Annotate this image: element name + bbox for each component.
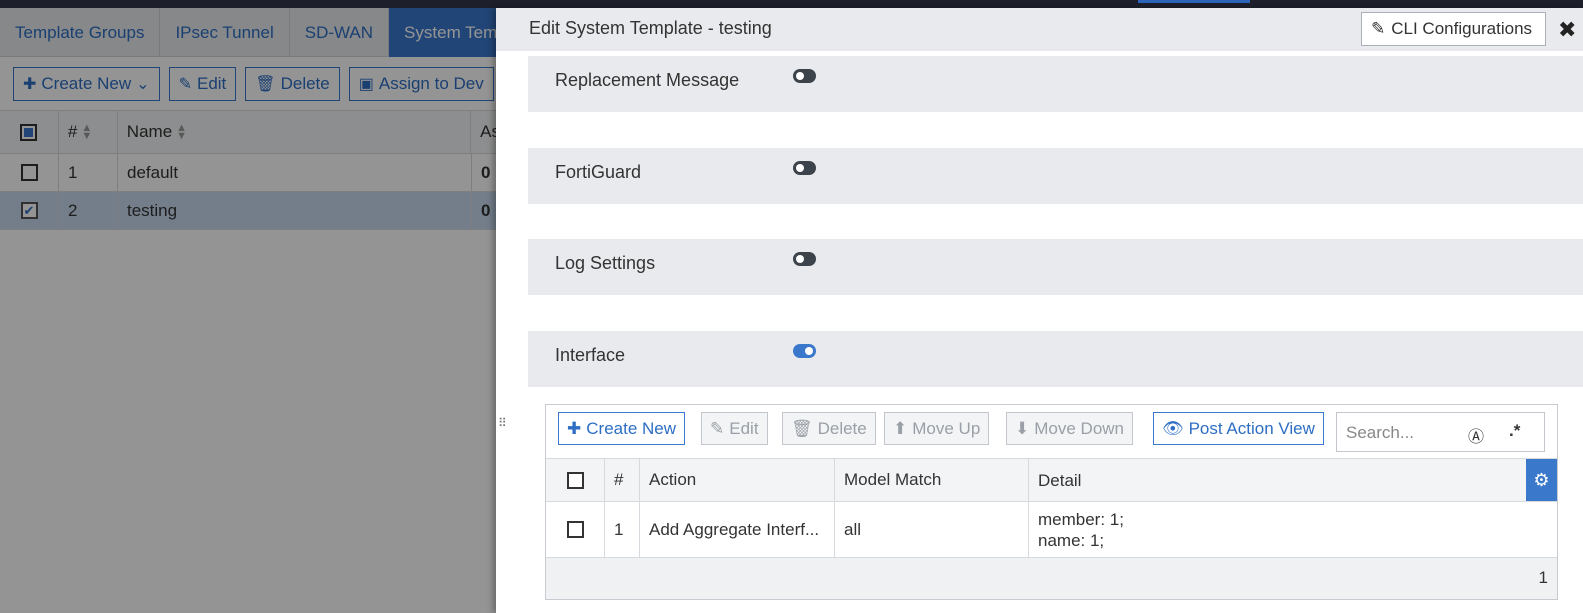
interface-toolbar: ✚ Create New ✎ Edit 🗑 Delete ⬆ Move Up ⬇…	[546, 405, 1557, 458]
banner-accent	[1138, 0, 1250, 3]
search-placeholder: Search...	[1346, 423, 1415, 442]
panel-header: Edit System Template - testing ✎ CLI Con…	[496, 8, 1583, 51]
gear-icon[interactable]: ⚙	[1526, 459, 1557, 501]
top-banner	[0, 0, 1583, 8]
edit-system-template-panel: Edit System Template - testing ✎ CLI Con…	[496, 8, 1583, 613]
create-new-label: Create New	[586, 418, 677, 438]
eye-icon: 👁	[1162, 418, 1184, 438]
arrow-up-icon: ⬆	[893, 418, 908, 438]
regex-icon[interactable]: .*	[1509, 421, 1520, 441]
interface-actions-table: ✚ Create New ✎ Edit 🗑 Delete ⬆ Move Up ⬇…	[545, 404, 1558, 600]
log-settings-toggle[interactable]	[793, 252, 816, 266]
section-fortiguard: FortiGuard	[528, 148, 1583, 204]
row-num: 1	[605, 502, 640, 557]
edit-icon: ✎	[710, 418, 725, 438]
section-label: Log Settings	[555, 253, 656, 273]
detail-name: name: 1;	[1038, 530, 1105, 550]
fortiguard-toggle[interactable]	[793, 161, 816, 175]
column-header-action[interactable]: Action	[640, 459, 835, 501]
select-all-checkbox[interactable]	[566, 471, 584, 489]
delete-label: Delete	[817, 418, 867, 438]
arrow-down-icon: ⬇	[1015, 418, 1030, 438]
section-interface: Interface	[528, 331, 1583, 387]
resize-handle-icon[interactable]: ⠿	[498, 417, 507, 429]
detail-member: member: 1;	[1038, 509, 1124, 529]
section-replacement-message: Replacement Message	[528, 56, 1583, 112]
table-row[interactable]: 1 Add Aggregate Interf... all member: 1;…	[546, 502, 1557, 558]
total-count: 1	[1538, 568, 1548, 587]
column-header-num[interactable]: #	[605, 459, 640, 501]
section-log-settings: Log Settings	[528, 239, 1583, 295]
column-header-model-match[interactable]: Model Match	[835, 459, 1029, 501]
interface-toggle[interactable]	[793, 344, 816, 358]
edit-button[interactable]: ✎ Edit	[701, 412, 768, 445]
edit-icon: ✎	[1371, 19, 1386, 38]
table-footer: 1	[546, 558, 1557, 599]
panel-title: Edit System Template - testing	[529, 18, 772, 38]
cli-configurations-button[interactable]: ✎ CLI Configurations	[1361, 12, 1546, 46]
post-action-view-button[interactable]: 👁 Post Action View	[1153, 412, 1324, 445]
create-new-button[interactable]: ✚ Create New	[558, 412, 686, 445]
search-icon[interactable]: Ⓐ	[1468, 423, 1484, 447]
cli-configurations-label: CLI Configurations	[1391, 19, 1533, 38]
interface-table-header: # Action Model Match Detail ⚙	[546, 458, 1557, 502]
delete-button[interactable]: 🗑 Delete	[782, 412, 876, 445]
trash-icon: 🗑	[791, 418, 813, 438]
move-down-label: Move Down	[1034, 418, 1125, 438]
row-action: Add Aggregate Interf...	[640, 502, 835, 557]
plus-icon: ✚	[567, 418, 582, 438]
move-up-label: Move Up	[912, 418, 981, 438]
close-icon[interactable]: ✖	[1558, 17, 1576, 43]
move-up-button[interactable]: ⬆ Move Up	[884, 412, 990, 445]
row-model-match: all	[835, 502, 1029, 557]
replacement-message-toggle[interactable]	[793, 69, 816, 83]
row-detail: member: 1; name: 1;	[1029, 502, 1557, 557]
section-label: Replacement Message	[555, 70, 740, 90]
edit-label: Edit	[729, 418, 759, 438]
row-checkbox[interactable]	[566, 521, 584, 538]
modal-overlay	[0, 8, 500, 613]
search-input[interactable]: Search... Ⓐ .*	[1336, 412, 1545, 452]
column-header-detail[interactable]: Detail	[1029, 459, 1557, 501]
section-label: Interface	[555, 345, 626, 365]
move-down-button[interactable]: ⬇ Move Down	[1006, 412, 1134, 445]
section-label: FortiGuard	[555, 162, 642, 182]
post-action-view-label: Post Action View	[1188, 418, 1315, 438]
